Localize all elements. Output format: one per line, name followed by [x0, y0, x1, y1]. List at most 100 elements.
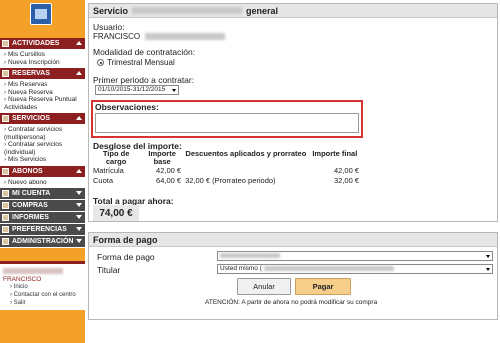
section-title: RESERVAS: [12, 70, 50, 77]
redacted-holder: [263, 265, 394, 271]
logo-area: [0, 0, 85, 38]
table-header-row: Tipo de cargo Importe base Descuentos ap…: [91, 150, 361, 166]
cell-discount: 32,00 € (Prorrateo periodo): [185, 176, 276, 185]
period-select[interactable]: 01/10/2015-31/12/2015: [95, 85, 179, 95]
expand-arrow-icon[interactable]: [76, 215, 82, 219]
holder-select[interactable]: Usted mismo (: [217, 264, 493, 274]
table-row: Cuota 64,00 € 32,00 € (Prorrateo periodo…: [91, 176, 361, 186]
section-informes[interactable]: INFORMES: [0, 212, 85, 224]
breakdown-table: Tipo de cargo Importe base Descuentos ap…: [91, 150, 361, 186]
user-name: FRANCISCO: [3, 276, 42, 283]
col-final: Importe final: [312, 149, 358, 158]
section-administracion[interactable]: ADMINISTRACIÓN: [0, 236, 85, 248]
section-square-icon: [2, 238, 9, 245]
sidebar-item-contratar-multipersona[interactable]: Contratar servicios (multipersona): [0, 126, 85, 141]
sidebar-item-mis-reservas[interactable]: Mis Reservas: [0, 81, 85, 89]
service-title-suffix: general: [246, 5, 279, 16]
expand-arrow-icon[interactable]: [76, 203, 82, 207]
section-mi-cuenta[interactable]: MI CUENTA: [0, 188, 85, 200]
cancel-button[interactable]: Anular: [237, 278, 291, 295]
section-abonos[interactable]: ABONOS: [0, 165, 85, 178]
redacted-method: [220, 252, 280, 258]
section-square-icon: [2, 115, 9, 122]
col-descuentos: Descuentos aplicados y prorrateo: [185, 149, 307, 158]
total-value: 74,00 €: [93, 205, 139, 221]
cell-type: Cuota: [93, 176, 114, 185]
sidebar-item-nuevo-abono[interactable]: Nuevo abono: [0, 179, 85, 187]
service-panel-header: Servicio general: [89, 4, 497, 18]
expand-arrow-icon[interactable]: [76, 227, 82, 231]
link-inicio[interactable]: Inicio: [0, 283, 85, 291]
section-title: ADMINISTRACIÓN: [12, 238, 74, 245]
section-reservas[interactable]: RESERVAS: [0, 68, 85, 80]
section-actividades[interactable]: ACTIVIDADES: [0, 38, 85, 50]
service-title-prefix: Servicio: [93, 5, 129, 16]
sidebar-item-nueva-inscripcion[interactable]: Nueva Inscripción: [0, 59, 85, 67]
method-label: Forma de pago: [97, 252, 155, 262]
section-servicios[interactable]: SERVICIOS: [0, 113, 85, 125]
section-square-icon: [2, 202, 9, 209]
section-compras[interactable]: COMPRAS: [0, 200, 85, 212]
section-title: PREFERENCIAS: [12, 226, 67, 233]
section-title: ABONOS: [12, 167, 43, 175]
main-content: Servicio general Usuario: FRANCISCO Moda…: [85, 0, 500, 343]
sidebar-item-nueva-reserva[interactable]: Nueva Reserva: [0, 89, 85, 97]
sidebar-item-mis-cursillos[interactable]: Mis Cursillos: [0, 51, 85, 59]
collapse-arrow-icon[interactable]: [76, 168, 82, 173]
pay-button[interactable]: Pagar: [295, 278, 351, 295]
redacted-service-name: [132, 7, 243, 14]
observations-label: Observaciones:: [95, 102, 159, 112]
section-title: MI CUENTA: [12, 190, 51, 197]
cell-type: Matrícula: [93, 166, 124, 175]
table-row: Matrícula 42,00 € 42,00 €: [91, 166, 361, 176]
expand-arrow-icon[interactable]: [76, 239, 82, 243]
link-contactar[interactable]: Contactar con el centro: [0, 291, 85, 299]
expand-arrow-icon[interactable]: [76, 191, 82, 195]
section-title: ACTIVIDADES: [12, 40, 60, 47]
holder-label: Titular: [97, 265, 121, 275]
section-preferencias[interactable]: PREFERENCIAS: [0, 224, 85, 236]
app-logo-icon: [30, 3, 52, 25]
user-first-name: FRANCISCO: [93, 32, 141, 41]
section-title: COMPRAS: [12, 202, 48, 209]
collapse-arrow-icon[interactable]: [76, 116, 82, 120]
redacted-surname: [145, 33, 226, 41]
observations-textarea[interactable]: [95, 113, 359, 133]
section-title: INFORMES: [12, 214, 49, 221]
redacted-text: [3, 268, 63, 274]
section-square-icon: [2, 70, 9, 77]
modality-option-label: Trimestral Mensual: [107, 58, 175, 67]
user-box: FRANCISCO Inicio Contactar con el centro…: [0, 261, 85, 310]
sidebar-item-nueva-reserva-puntual[interactable]: Nueva Reserva Puntual Actividades: [0, 96, 85, 111]
cell-base: 64,00 €: [156, 176, 182, 185]
cell-final: 32,00 €: [333, 176, 359, 185]
section-square-icon: [2, 40, 9, 47]
section-square-icon: [2, 214, 9, 221]
section-square-icon: [2, 190, 9, 197]
radio-selected-icon[interactable]: [97, 59, 104, 66]
cell-discount: [183, 166, 309, 176]
section-square-icon: [2, 226, 9, 233]
col-tipo: Tipo de cargo: [102, 149, 130, 166]
sidebar: ACTIVIDADES Mis Cursillos Nueva Inscripc…: [0, 0, 85, 343]
sidebar-item-contratar-individual[interactable]: Contratar servicios (individual): [0, 141, 85, 156]
cell-base: 42,00 €: [156, 166, 182, 175]
modality-option[interactable]: Trimestral Mensual: [97, 58, 175, 67]
period-label: Primer periodo a contratar:: [93, 75, 195, 85]
payment-panel: Forma de pago Forma de pago Titular Uste…: [88, 232, 498, 320]
holder-value: Usted mismo (: [220, 265, 262, 272]
sidebar-menu: ACTIVIDADES Mis Cursillos Nueva Inscripc…: [0, 38, 85, 248]
section-title: SERVICIOS: [12, 115, 50, 122]
collapse-arrow-icon[interactable]: [76, 41, 82, 45]
payment-panel-header: Forma de pago: [89, 233, 497, 247]
modality-label: Modalidad de contratación:: [93, 47, 196, 57]
collapse-arrow-icon[interactable]: [76, 71, 82, 75]
method-select[interactable]: [217, 251, 493, 261]
sidebar-item-mis-servicios[interactable]: Mis Servicios: [0, 156, 85, 164]
user-label: Usuario:: [93, 22, 125, 32]
section-square-icon: [2, 167, 9, 175]
col-base: Importe base: [148, 149, 176, 166]
link-salir[interactable]: Salir: [0, 299, 85, 307]
service-panel: Servicio general Usuario: FRANCISCO Moda…: [88, 3, 498, 222]
user-value: FRANCISCO: [93, 32, 226, 41]
